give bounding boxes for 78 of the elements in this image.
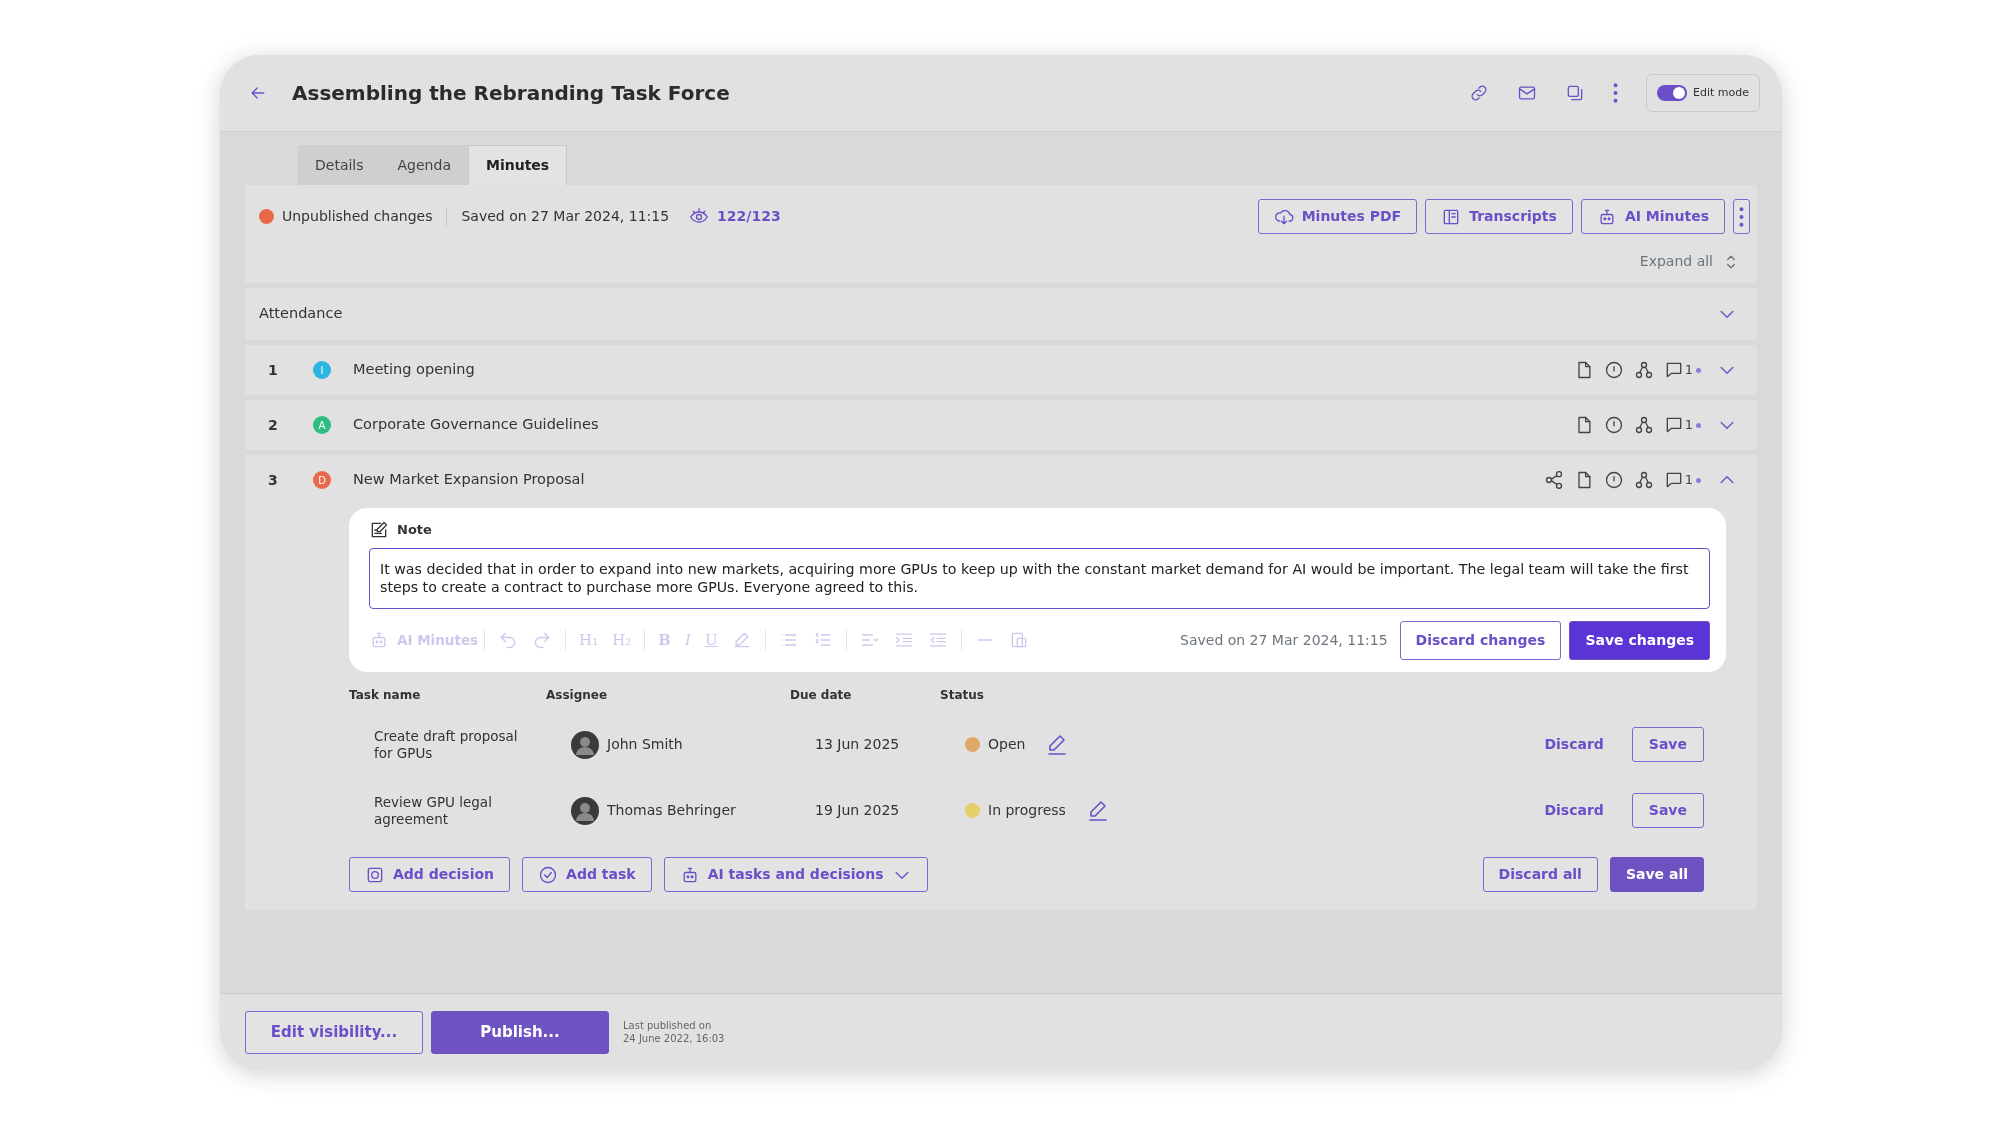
save-changes-button[interactable]: Save changes [1569,620,1710,660]
note-icon [369,520,389,540]
hierarchy-icon [1633,470,1654,490]
unpublished-label: Unpublished changes [282,207,433,226]
hierarchy-icon [1633,415,1654,435]
agenda-title: Meeting opening [353,360,475,380]
task-name: Create draft proposal for GPUs [373,726,519,763]
task-name: Review GPU legal agreement [373,792,493,829]
item-number: 1 [267,360,279,380]
transcripts-button[interactable]: Transcripts [1425,199,1573,234]
publish-button[interactable]: Publish... [431,1010,609,1054]
timer-icon [1603,415,1624,435]
timer-icon [1603,360,1624,380]
discard-changes-button[interactable]: Discard changes [1399,620,1562,660]
timer-icon [1603,470,1624,490]
edit-mode-label: Edit mode [1693,84,1749,101]
discard-button[interactable]: Discard [1538,799,1610,823]
edit-visibility-button[interactable]: Edit visibility... [245,1010,423,1054]
column-header: Status [940,686,985,704]
link-button[interactable] [1469,83,1489,103]
avatar [571,730,599,759]
ai-minutes-button[interactable]: AI Minutes [1580,199,1725,234]
attendance-label: Attendance [259,304,343,324]
expand-all-button[interactable]: Expand all [1638,250,1742,273]
unread-dot [1696,477,1701,483]
initial-badge: I [313,361,331,379]
unread-dot [1696,367,1701,373]
due-date: 19 Jun 2025 [814,801,901,821]
kebab-menu-icon [1739,206,1744,227]
unread-dot [1696,422,1701,428]
assignee-name: Thomas Behringer [607,801,736,821]
status-label: In progress [988,801,1066,821]
initial-badge: A [313,416,331,434]
column-header: Due date [790,686,853,704]
page-title: Assembling the Rebranding Task Force [292,80,730,107]
ai-tasks-button[interactable]: AI tasks and decisions [663,857,928,893]
minutes-pdf-button[interactable]: Minutes PDF [1257,199,1418,234]
initial-badge: D [313,471,331,489]
column-header: Task name [349,686,422,704]
comment-count: 1 [1684,416,1693,435]
comment-count: 1 [1684,471,1693,490]
tab[interactable]: Minutes [467,145,568,185]
copy-button[interactable] [1565,83,1585,103]
column-header: Assignee [546,686,609,704]
copy-icon [1565,83,1585,103]
comment-count: 1 [1684,361,1693,380]
link-icon [1469,83,1489,103]
item-number: 3 [267,470,279,490]
kebab-menu-icon [1613,83,1618,103]
more-button[interactable] [1613,83,1618,103]
status-label: Open [988,735,1026,755]
agenda-title: Corporate Governance Guidelines [353,415,599,435]
save-button[interactable]: Save [1631,793,1704,829]
tab[interactable]: Details [298,145,381,185]
saved-label: Saved on 27 Mar 2024, 11:15 [461,207,670,226]
agenda-title: New Market Expansion Proposal [353,470,585,490]
discard-all-button[interactable]: Discard all [1482,857,1598,893]
status-dot [259,209,274,224]
save-all-button[interactable]: Save all [1609,857,1704,893]
hierarchy-icon [1633,360,1654,380]
edit-mode-toggle[interactable] [1657,85,1687,101]
add-decision-button[interactable]: Add decision [349,857,511,893]
discard-button[interactable]: Discard [1538,733,1610,757]
last-published-label: Last published on 24 June 2022, 16:03 [623,1019,725,1045]
check-circle-icon [538,864,559,885]
share-icon [1543,470,1564,490]
more-button[interactable] [1733,199,1750,234]
add-task-button[interactable]: Add task [522,857,652,893]
saved-label: Saved on 27 Mar 2024, 11:15 [1180,630,1388,650]
tab[interactable]: Agenda [380,145,468,185]
save-button[interactable]: Save [1631,727,1704,763]
due-date: 13 Jun 2025 [814,735,901,755]
assignee-name: John Smith [607,735,683,755]
note-title: Note [397,521,432,540]
avatar [571,796,599,825]
note-text-field[interactable]: It was decided that in order to expand into new markets, acquiring more GPUs to keep up with the constant market demand for AI would be important. The legal team will take the first steps to create a contract to purchase more GPUs. Everyone agreed to this. [369,548,1710,609]
views-count: 122/123 [717,207,781,226]
item-number: 2 [267,415,279,435]
